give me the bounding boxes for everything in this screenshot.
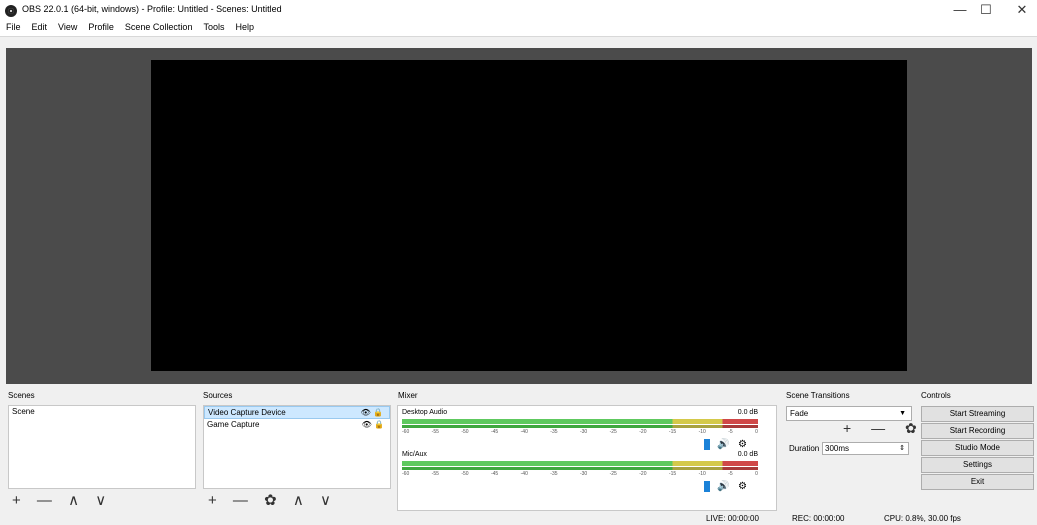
scenes-toolbar[interactable]: + — ∧ ∨ xyxy=(12,491,112,509)
source-item-video-capture[interactable]: Video Capture Device 👁 🔒 xyxy=(204,406,390,419)
speaker-icon[interactable]: 🔊 xyxy=(717,439,729,450)
speaker-icon[interactable]: 🔊 xyxy=(717,481,729,492)
tick: -40 xyxy=(520,471,528,477)
exit-button[interactable]: Exit xyxy=(921,474,1034,490)
channel-name: Desktop Audio xyxy=(402,409,448,416)
controls-dock-title: Controls xyxy=(921,391,951,400)
window-title: OBS 22.0.1 (64-bit, windows) - Profile: … xyxy=(22,4,282,14)
tick: -55 xyxy=(431,429,439,435)
meter-ticks: -60 -55 -50 -45 -40 -35 -30 -25 -20 -15 -10 -5 0 xyxy=(402,429,758,435)
transition-select[interactable]: Fade ▼ xyxy=(786,406,912,421)
mixer-channel-desktop: Desktop Audio 0.0 dB -60 -55 -50 -45 -40 -35-… xyxy=(402,409,760,450)
tick: -20 xyxy=(639,471,647,477)
maximize-button[interactable]: ☐ xyxy=(966,2,1006,18)
source-label: Game Capture xyxy=(207,420,260,429)
tick: -10 xyxy=(698,429,706,435)
close-button[interactable]: ✕ xyxy=(1008,2,1036,18)
mixer-dock-title: Mixer xyxy=(398,391,418,400)
transitions-toolbar[interactable]: + — ✿ xyxy=(843,420,925,437)
menu-profile[interactable]: Profile xyxy=(82,20,119,32)
scene-item[interactable]: Scene xyxy=(9,406,195,417)
scenes-dock-title: Scenes xyxy=(8,391,35,400)
tick: -55 xyxy=(431,471,439,477)
tick: -25 xyxy=(609,471,617,477)
channel-db: 0.0 dB xyxy=(737,409,758,416)
tick: -30 xyxy=(579,429,588,435)
duration-spinbox[interactable]: 300ms ⇕ xyxy=(822,442,909,455)
start-recording-button[interactable]: Start Recording xyxy=(921,423,1034,439)
mixer-channel-mic: Mic/Aux 0.0 dB -60 -55 -50 -45 -40 -35 -30 -25-… xyxy=(402,451,760,492)
tick: -35 xyxy=(550,471,558,477)
menu-edit[interactable]: Edit xyxy=(26,20,53,32)
visibility-lock-icons[interactable]: 👁 🔒 xyxy=(362,419,384,430)
rec-timer: REC: 00:00:00 xyxy=(792,514,845,523)
tick: -15 xyxy=(668,429,677,435)
visibility-lock-icons[interactable]: 👁 🔒 xyxy=(361,407,383,418)
channel-name: Mic/Aux xyxy=(402,451,427,458)
tick: -60 xyxy=(402,429,410,435)
tick: -25 xyxy=(609,429,617,435)
preview-canvas[interactable] xyxy=(151,60,907,371)
gear-icon[interactable]: ⚙ xyxy=(738,481,747,492)
meter-ticks: -60 -55 -50 -45 -40 -35 -30 -25 -20 -15 -10 -5 0 xyxy=(402,471,758,477)
tick: 0 xyxy=(755,471,758,477)
transition-select-value: Fade xyxy=(790,409,809,418)
live-timer: LIVE: 00:00:00 xyxy=(706,514,759,523)
menu-view[interactable]: View xyxy=(52,20,82,32)
tick: -45 xyxy=(490,471,499,477)
preview-area xyxy=(6,48,1032,384)
mixer-panel: Desktop Audio 0.0 dB -60 -55 -50 -45 -40 -35-… xyxy=(397,405,777,511)
studio-mode-button[interactable]: Studio Mode xyxy=(921,440,1034,456)
tick: -40 xyxy=(520,429,528,435)
tick: 0 xyxy=(755,429,758,435)
transitions-dock-title: Scene Transitions xyxy=(786,391,850,400)
menu-help[interactable]: Help xyxy=(229,20,259,32)
scenes-list[interactable]: Scene xyxy=(8,405,196,489)
sources-list[interactable]: Video Capture Device 👁 🔒 Game Capture 👁 … xyxy=(203,405,391,489)
source-label: Video Capture Device xyxy=(208,408,286,417)
title-bar: OBS 22.0.1 (64-bit, windows) - Profile: … xyxy=(0,0,1037,20)
tick: -30 xyxy=(579,471,588,477)
tick: -5 xyxy=(728,471,733,477)
tick: -5 xyxy=(728,429,733,435)
cpu-fps: CPU: 0.8%, 30.00 fps xyxy=(884,514,961,523)
channel-db: 0.0 dB xyxy=(737,451,758,458)
duration-value: 300ms xyxy=(825,444,850,453)
settings-button[interactable]: Settings xyxy=(921,457,1034,473)
sources-toolbar[interactable]: + — ✿ ∧ ∨ xyxy=(208,491,337,509)
volume-slider[interactable] xyxy=(402,425,758,428)
gear-icon[interactable]: ⚙ xyxy=(738,439,747,450)
status-bar: LIVE: 00:00:00 REC: 00:00:00 CPU: 0.8%, … xyxy=(0,511,1037,525)
source-item-game-capture[interactable]: Game Capture 👁 🔒 xyxy=(204,419,390,430)
start-streaming-button[interactable]: Start Streaming xyxy=(921,406,1034,422)
tick: -10 xyxy=(698,471,706,477)
obs-logo-icon xyxy=(5,5,17,17)
chevron-down-icon: ▼ xyxy=(899,410,906,417)
volume-meter xyxy=(402,419,758,424)
menu-tools[interactable]: Tools xyxy=(197,20,229,32)
tick: -45 xyxy=(490,429,499,435)
spin-arrows-icon[interactable]: ⇕ xyxy=(899,443,905,454)
menu-file[interactable]: File xyxy=(0,20,26,32)
tick: -20 xyxy=(639,429,647,435)
duration-label: Duration xyxy=(789,444,820,453)
tick: -50 xyxy=(461,471,469,477)
tick: -50 xyxy=(461,429,469,435)
tick: -60 xyxy=(402,471,410,477)
volume-meter xyxy=(402,461,758,466)
tick: -15 xyxy=(668,471,677,477)
sources-dock-title: Sources xyxy=(203,391,233,400)
menu-bar: File Edit View Profile Scene Collection Tools… xyxy=(0,20,1037,37)
menu-scene-collection[interactable]: Scene Collection xyxy=(119,20,198,32)
volume-handle-icon[interactable] xyxy=(704,481,710,495)
volume-slider[interactable] xyxy=(402,467,758,470)
tick: -35 xyxy=(550,429,558,435)
